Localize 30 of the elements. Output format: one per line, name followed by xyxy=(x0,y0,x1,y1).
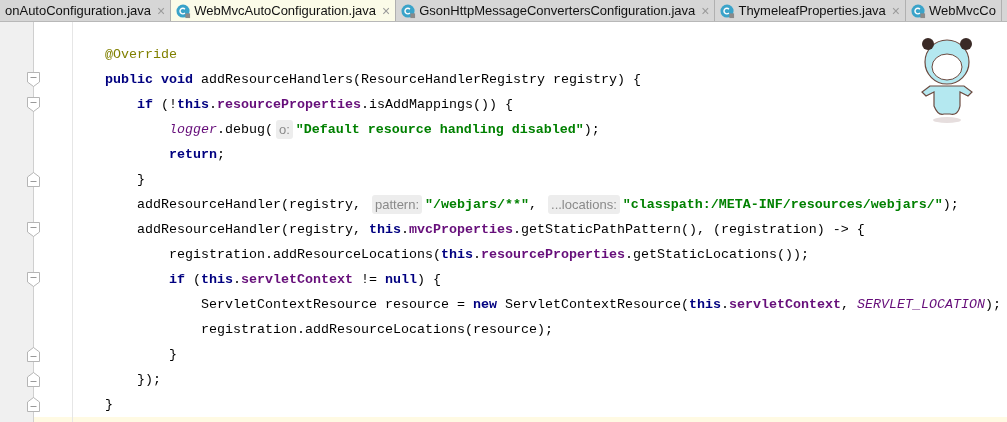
code-line: public void addResourceHandlers(ResourceHandlerRegistry registry) { xyxy=(105,71,641,89)
fold-icon[interactable] xyxy=(27,72,40,87)
fold-icon[interactable] xyxy=(27,272,40,287)
code-line: } xyxy=(105,396,113,414)
fold-icon[interactable] xyxy=(27,222,40,237)
code-line: addResourceHandler(registry, xyxy=(137,196,362,214)
fold-end-icon[interactable] xyxy=(27,372,40,387)
code-line: }); xyxy=(137,371,161,389)
code-line: @Override xyxy=(105,46,177,64)
parameter-hint: ...locations: xyxy=(548,195,620,214)
code-line: "Default resource handling disabled"); xyxy=(295,121,600,139)
code-line: addResourceHandler(registry, this.mvcProperties.getStaticPathPattern(), (registration) -> { xyxy=(137,221,865,239)
code-line: } xyxy=(137,171,145,189)
code-line: if (this.servletContext != null) { xyxy=(169,271,441,289)
code-line: registration.addResourceLocations(this.resourceProperties.getStaticLocations()); xyxy=(169,246,809,264)
parameter-hint: o: xyxy=(276,120,293,139)
code-line: registration.addResourceLocations(resource); xyxy=(201,321,553,339)
code-line: return; xyxy=(169,146,225,164)
code-line: ServletContextResource resource = new ServletContextResource(this.servletContext, SERVLET_LOCATION); xyxy=(201,296,1001,314)
code-line: if (!this.resourceProperties.isAddMappings()) { xyxy=(137,96,513,114)
code-line: "/webjars/**", xyxy=(425,196,539,214)
code-line: "classpath:/META-INF/resources/webjars/"); xyxy=(622,196,959,214)
parameter-hint: pattern: xyxy=(371,195,423,214)
code-line: logger.debug( xyxy=(169,121,273,139)
fold-icon[interactable] xyxy=(27,97,40,112)
editor-tab[interactable]: WebMvcAutoConfiguration.java × xyxy=(171,0,397,21)
fold-end-icon[interactable] xyxy=(27,397,40,412)
code-line: } xyxy=(169,346,177,364)
fold-end-icon[interactable] xyxy=(27,172,40,187)
fold-end-icon[interactable] xyxy=(27,347,40,362)
